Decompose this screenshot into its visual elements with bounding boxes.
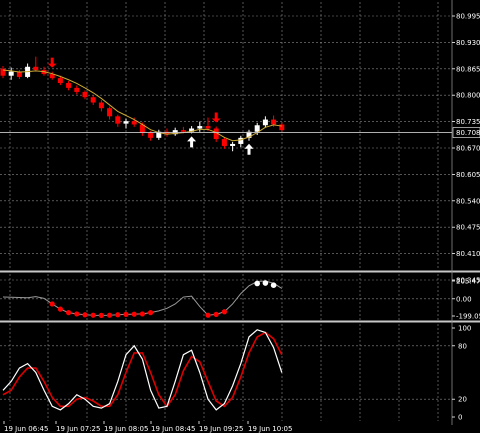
x-tick-label: 19 Jun 07:25 [56,425,100,433]
oscillator-red-dot [98,312,104,318]
candle-body [230,143,236,146]
candle-body [82,91,88,98]
x-tick-label: 19 Jun 08:45 [151,425,195,433]
buy-arrow-icon [244,143,254,155]
price-y-tick-label: 80.800 [456,92,480,100]
grid [0,0,480,425]
candle-body [98,102,104,109]
oscillator-red-dot [90,312,96,318]
price-y-tick-label: 80.930 [456,39,480,47]
oscillator-line [2,280,283,316]
candle-body [180,130,186,132]
oscillator-red-dot [221,309,227,315]
oscillator-red-dot [205,312,211,318]
chart-canvas: 80.995 80.930 80.865 80.800 80.735 80.670 80.6… [0,0,480,433]
oscillator-white-dot [254,280,260,287]
candle-body [205,126,211,129]
oscillator-red-dot [66,310,72,316]
oscillator-red-dot [115,312,121,318]
candle-body [66,83,72,88]
candle-body [8,71,14,76]
candle-body [221,139,227,146]
oscillator-red-dot [131,311,137,317]
buy-arrow-icon [187,136,197,148]
price-y-tick-label: 80.605 [456,171,480,179]
sell-arrow-icon [47,57,57,68]
oscillator-red-dot [57,306,64,312]
price-y-tick-label: 80.475 [456,224,480,232]
candle-body [123,121,129,124]
sell-arrow-icon [211,112,221,123]
candle-body [90,97,96,103]
candle-body [131,121,137,125]
oscillator-red-dot [139,311,145,317]
oscillator-red-dot [82,312,88,318]
stoch-y-tick-label: 20 [458,396,467,404]
candle-body [148,132,154,138]
x-tick-label: 19 Jun 06:45 [4,425,48,433]
trading-chart: 80.995 80.930 80.865 80.800 80.735 80.670 80.6… [0,0,480,433]
oscillator-panel [2,280,283,318]
oscillator-red-dot [213,311,219,317]
stoch-y-tick-label: 80 [458,342,467,350]
current-price-label: 80.708 [456,129,480,137]
oscillator-y-tick-label: 205.476 [456,278,480,286]
price-y-tick-label: 80.865 [456,65,480,73]
stochastic-panel [2,329,283,411]
stoch-y-tick-label: 0 [458,414,462,422]
x-tick-label: 19 Jun 09:25 [199,425,243,433]
candle-body [74,87,80,92]
price-y-tick-label: 80.995 [456,13,480,21]
price-y-tick-label: 80.410 [456,250,480,258]
oscillator-red-dot [74,311,80,317]
oscillator-red-dot [49,301,55,307]
candle-body [115,116,121,124]
oscillator-red-dot [148,310,154,316]
candle-body [57,78,63,84]
price-y-tick-label: 80.735 [456,118,480,126]
oscillator-white-dot [270,282,277,289]
axis-labels: 80.995 80.930 80.865 80.800 80.735 80.670 80.6… [3,13,480,433]
oscillator-y-tick-label: -199.05 [456,313,480,321]
oscillator-red-dot [107,312,113,318]
stoch-y-tick-label: 100 [458,325,471,333]
price-panel [0,56,452,155]
oscillator-white-dot [262,280,269,286]
candle-body [197,126,203,129]
price-y-tick-label: 80.670 [456,145,480,153]
stoch-main-line [2,329,283,411]
candle-body [271,119,277,125]
stoch-signal-line [2,331,283,408]
x-tick-label: 19 Jun 08:05 [104,425,148,433]
x-tick-label: 19 Jun 10:05 [248,425,292,433]
price-y-tick-label: 80.540 [456,197,480,205]
candle-body [279,124,285,131]
candle-body [107,108,113,117]
candle-body [262,119,268,126]
candle-body [254,125,260,132]
oscillator-red-dot [123,311,129,317]
candle-body [33,66,39,71]
oscillator-y-tick-label: 0.00 [456,295,472,303]
